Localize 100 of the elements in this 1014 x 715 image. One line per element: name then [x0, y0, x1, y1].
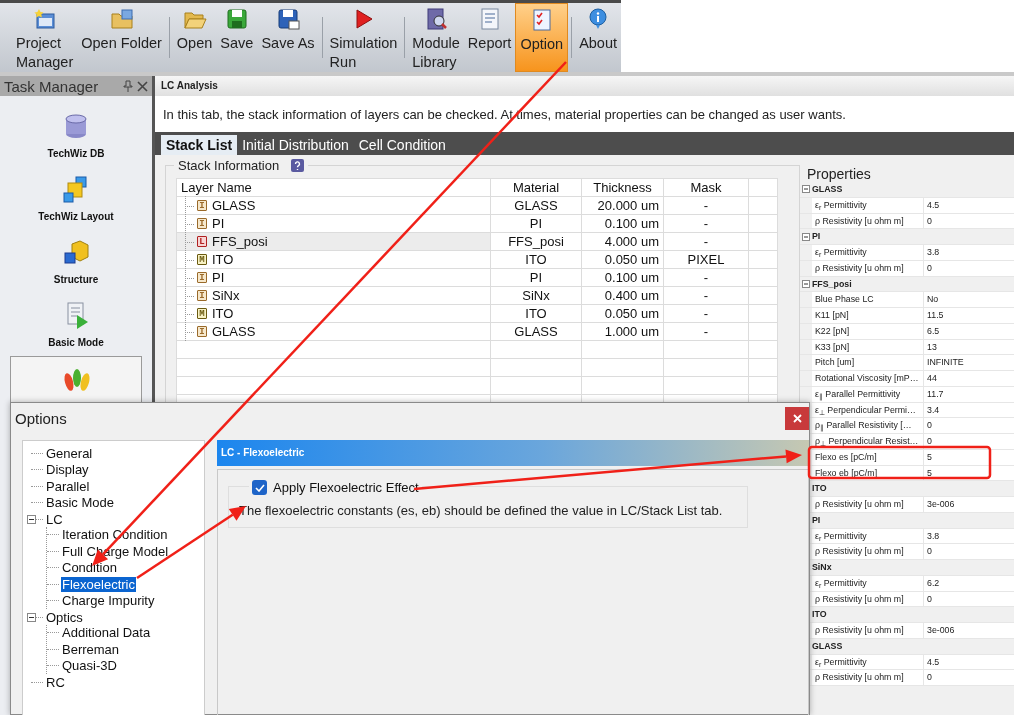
- layer-name-cell[interactable]: I GLASS: [176, 322, 491, 341]
- close-icon: [792, 413, 802, 423]
- toolbar-button[interactable]: Simulation Run: [325, 3, 402, 72]
- table-cell: FFS_posi: [490, 232, 582, 251]
- property-label: Pitch [um]: [812, 355, 924, 371]
- table-cell: -: [663, 268, 749, 287]
- layer-name-cell[interactable]: M ITO: [176, 304, 491, 323]
- tab[interactable]: Cell Condition: [353, 135, 451, 155]
- collapse-icon[interactable]: [27, 612, 36, 622]
- tree-item[interactable]: Flexoelectric: [61, 576, 136, 592]
- table-cell: PI: [490, 268, 582, 287]
- checkbox-option[interactable]: Apply Flexoelectric Effect: [249, 480, 422, 495]
- close-button[interactable]: [785, 406, 809, 430]
- pin-icon[interactable]: [123, 80, 133, 92]
- toolbar-button[interactable]: Open: [172, 3, 217, 72]
- property-value[interactable]: 3e-006: [924, 623, 1014, 639]
- table-cell: 1.000 um: [581, 322, 664, 341]
- table-cell: -: [663, 232, 749, 251]
- property-value[interactable]: 3.8: [924, 245, 1014, 261]
- task-item[interactable]: Structure: [10, 230, 142, 293]
- tree-item[interactable]: Quasi-3D: [61, 658, 118, 674]
- table-cell: 0.050 um: [581, 304, 664, 323]
- structure-icon: [62, 238, 90, 266]
- tree-item[interactable]: Display: [45, 462, 90, 478]
- layer-name-cell[interactable]: I GLASS: [176, 196, 491, 215]
- task-item[interactable]: TechWiz Layout: [10, 167, 142, 230]
- property-value[interactable]: No: [924, 292, 1014, 308]
- column-header: Thickness: [581, 178, 664, 197]
- property-label: Rotational Viscosity [mP…: [812, 371, 924, 387]
- table-cell: -: [663, 322, 749, 341]
- toolbar-button[interactable]: Report: [463, 3, 516, 72]
- toolbar-button[interactable]: Open Folder: [77, 3, 166, 72]
- table-cell: 0.100 um: [581, 214, 664, 233]
- task-item[interactable]: Basic Mode: [10, 293, 142, 356]
- table-cell: PIXEL: [663, 250, 749, 269]
- tree-item[interactable]: RC: [45, 674, 66, 690]
- layer-name-cell[interactable]: M ITO: [176, 250, 491, 269]
- table-cell: GLASS: [490, 196, 582, 215]
- property-value[interactable]: 0: [924, 544, 1014, 560]
- property-value[interactable]: 3e-006: [924, 497, 1014, 513]
- property-label: ρ Resistivity [u ohm m]: [812, 670, 924, 686]
- tab[interactable]: Initial Distribution: [237, 135, 354, 155]
- layer-type-badge: I: [197, 218, 207, 229]
- layer-type-badge: M: [197, 254, 207, 265]
- toolbar-button[interactable]: Module Library: [408, 3, 464, 72]
- layer-name-cell[interactable]: I PI: [176, 214, 491, 233]
- property-value[interactable]: 0: [924, 670, 1014, 686]
- toolbar-button[interactable]: Save As: [257, 3, 319, 72]
- layer-type-badge: L: [197, 236, 207, 247]
- toolbar-button[interactable]: Save: [216, 3, 258, 72]
- property-value[interactable]: 44: [924, 371, 1014, 387]
- table-cell: ITO: [490, 304, 582, 323]
- table-cell: GLASS: [490, 322, 582, 341]
- view-title: LC Analysis: [155, 76, 1014, 96]
- save-icon: [224, 7, 249, 31]
- column-header: Material: [490, 178, 582, 197]
- layer-name-cell[interactable]: I PI: [176, 268, 491, 287]
- checkbox[interactable]: [252, 480, 267, 495]
- toolbar-button[interactable]: About: [575, 3, 622, 72]
- tree-item[interactable]: Condition: [61, 560, 118, 576]
- layer-type-badge: I: [197, 200, 207, 211]
- table-cell: 0.100 um: [581, 268, 664, 287]
- layer-type-badge: I: [197, 326, 207, 337]
- tree-item[interactable]: Parallel: [45, 478, 91, 494]
- property-value[interactable]: 0: [924, 434, 1014, 450]
- table-cell: -: [663, 214, 749, 233]
- toolbar-button[interactable]: Project Manager: [12, 3, 78, 72]
- table-cell: 4.000 um: [581, 232, 664, 251]
- property-label: Blue Phase LC: [812, 292, 924, 308]
- help-icon[interactable]: [291, 159, 305, 172]
- layer-type-badge: I: [197, 272, 207, 283]
- category-label: SiNx: [812, 560, 1014, 576]
- page-header: LC - Flexoelectric: [217, 440, 809, 466]
- panel-title: Properties: [806, 166, 872, 182]
- property-value[interactable]: 0: [924, 418, 1014, 434]
- tree-item[interactable]: Basic Mode: [45, 495, 115, 511]
- collapse-icon[interactable]: [27, 514, 36, 524]
- table-cell: PI: [490, 214, 582, 233]
- column-header: Mask: [663, 178, 749, 197]
- panel-title: Task Manager: [4, 77, 100, 95]
- close-icon[interactable]: [137, 80, 148, 92]
- layer-name-cell[interactable]: I SiNx: [176, 286, 491, 305]
- description-text: In this tab, the stack information of layers can be checked. At times, material properties can be changed as user wants.: [162, 106, 847, 124]
- tree-item[interactable]: Additional Data: [61, 625, 152, 641]
- group-title: Stack Information: [178, 158, 280, 173]
- property-value[interactable]: INFINITE: [924, 355, 1014, 371]
- property-value[interactable]: 11.5: [924, 308, 1014, 324]
- tree-item[interactable]: General: [45, 445, 94, 461]
- toolbar-button[interactable]: Option: [515, 3, 569, 72]
- tab[interactable]: Stack List: [161, 135, 238, 155]
- tree-item[interactable]: Optics: [45, 609, 84, 625]
- project-icon: [32, 7, 57, 31]
- task-item[interactable]: TechWiz DB: [10, 104, 142, 167]
- tree-item[interactable]: Charge Impurity: [61, 593, 156, 609]
- layer-type-badge: I: [197, 290, 207, 301]
- tree-item[interactable]: LC: [45, 511, 64, 527]
- property-label: ρ Resistivity [u ohm m]: [812, 497, 924, 513]
- save-as-icon: [276, 7, 300, 31]
- table-cell: 0.400 um: [581, 286, 664, 305]
- tree-item[interactable]: Berreman: [61, 641, 121, 657]
